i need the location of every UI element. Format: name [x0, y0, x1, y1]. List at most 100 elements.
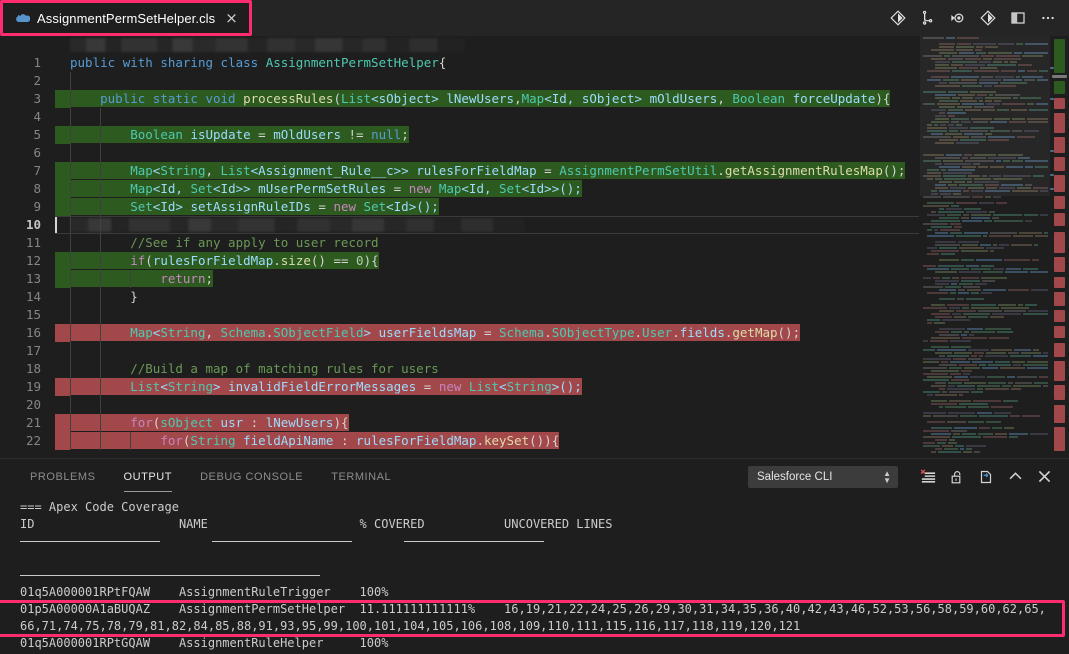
code-line[interactable]: 8 Map<Id, Set<Id>> mUserPermSetRules = n…	[0, 180, 1069, 198]
minimap-token	[973, 400, 1001, 402]
code-tokens: for(String fieldApiName : rulesForFieldM…	[70, 432, 559, 449]
minimap-token	[948, 58, 963, 60]
minimap-token	[950, 340, 971, 342]
minimap-token	[935, 97, 950, 99]
minimap-token	[1019, 232, 1042, 234]
tab-terminal[interactable]: TERMINAL	[321, 459, 401, 494]
code-tokens: //Build a map of matching rules for user…	[70, 360, 439, 377]
minimap-token	[1001, 70, 1016, 72]
console-row[interactable]: 01p5A00000A1aBUQAZ AssignmentPermSetHelp…	[20, 601, 1069, 618]
indent-guide	[70, 378, 71, 396]
open-in-editor-icon[interactable]	[973, 465, 999, 489]
code-line[interactable]	[0, 36, 1069, 54]
console-row[interactable]: 01q5A000001RPtGQAW AssignmentRuleHelper …	[20, 635, 1069, 652]
minimap-token	[985, 388, 1009, 390]
minimap-token	[979, 364, 986, 366]
minimap-token	[984, 220, 992, 222]
coverage-gutter	[55, 324, 70, 342]
minimap-token	[927, 79, 941, 81]
code-line[interactable]: 19 List<String> invalidFieldErrorMessage…	[0, 378, 1069, 396]
minimap-token	[1024, 79, 1035, 81]
console-spacer	[20, 550, 1069, 567]
console-row[interactable]: 01q5A000001RPtFQAW AssignmentRuleTrigger…	[20, 584, 1069, 601]
maximize-panel-icon[interactable]	[1002, 465, 1028, 489]
lock-icon[interactable]	[944, 465, 970, 489]
indent-guide	[100, 270, 101, 288]
minimap-token	[944, 178, 972, 180]
code-line[interactable]: 3 public static void processRules(List<s…	[0, 90, 1069, 108]
minimap-token	[1025, 220, 1032, 222]
minimap-token	[969, 334, 974, 336]
code-line[interactable]: 4	[0, 108, 1069, 126]
output-channel-select[interactable]: Salesforce CLITasksGitExtensionsApex Lan…	[748, 466, 898, 488]
code-line[interactable]: 2	[0, 72, 1069, 90]
minimap-token	[961, 121, 972, 123]
minimap-token	[989, 175, 1001, 177]
panel-scrollbar[interactable]	[1059, 494, 1069, 654]
minimap-token	[993, 61, 1002, 63]
minimap-token	[935, 232, 948, 234]
source-control-icon[interactable]	[884, 3, 912, 33]
minimap-token	[937, 349, 966, 351]
code-line[interactable]: 14 }	[0, 288, 1069, 306]
code-line[interactable]: 17	[0, 342, 1069, 360]
code-line[interactable]: 21 for(sObject usr : lNewUsers){	[0, 414, 1069, 432]
minimap-token	[938, 265, 964, 267]
code-line[interactable]: 10	[0, 216, 1069, 234]
minimap-token	[927, 178, 933, 180]
coverage-gutter	[55, 342, 70, 360]
tab-debug-console[interactable]: DEBUG CONSOLE	[190, 459, 313, 494]
minimap-token	[959, 283, 973, 285]
code-line[interactable]: 15	[0, 306, 1069, 324]
minimap-token	[999, 187, 1015, 189]
code-line[interactable]: 13 return;	[0, 270, 1069, 288]
editor-tab-assignmentpermsethelper[interactable]: AssignmentPermSetHelper.cls ×	[0, 0, 252, 36]
minimap-token	[939, 388, 945, 390]
tab-output[interactable]: OUTPUT	[114, 459, 183, 494]
split-git-icon[interactable]	[914, 3, 942, 33]
code-tokens: return;	[70, 270, 213, 287]
coverage-gutter	[55, 432, 70, 450]
code-lines-container[interactable]: 1public with sharing class AssignmentPer…	[0, 36, 1069, 458]
code-line[interactable]: 9 Set<Id> setAssignRuleIDs = new Set<Id>…	[0, 198, 1069, 216]
minimap-token	[931, 109, 946, 111]
code-line[interactable]: 20	[0, 396, 1069, 414]
code-line[interactable]: 12 if(rulesForFieldMap.size() == 0){	[0, 252, 1069, 270]
sfdx-icon[interactable]	[974, 3, 1002, 33]
code-line[interactable]: 11 //See if any apply to user record	[0, 234, 1069, 252]
minimap-token	[968, 349, 989, 351]
line-number: 18	[0, 360, 55, 378]
indent-guide	[70, 306, 71, 324]
code-line[interactable]: 5 Boolean isUpdate = mOldUsers != null;	[0, 126, 1069, 144]
code-line[interactable]: 22 for(String fieldApiName : rulesForFie…	[0, 432, 1069, 450]
minimap[interactable]	[920, 36, 1050, 458]
line-number: 6	[0, 144, 55, 162]
code-editor[interactable]: 1public with sharing class AssignmentPer…	[0, 36, 1069, 458]
code-line[interactable]: 1public with sharing class AssignmentPer…	[0, 54, 1069, 72]
indent-guide	[70, 126, 71, 144]
minimap-token	[952, 61, 977, 63]
minimap-token	[943, 79, 958, 81]
minimap-token	[945, 406, 966, 408]
split-editor-icon[interactable]	[1004, 3, 1032, 33]
ruler-selection-mark	[1050, 188, 1054, 190]
more-actions-icon[interactable]	[1034, 3, 1062, 33]
live-share-icon[interactable]	[944, 3, 972, 33]
minimap-token	[939, 43, 955, 45]
minimap-token	[959, 184, 983, 186]
clear-output-icon[interactable]	[915, 465, 941, 489]
tab-problems[interactable]: PROBLEMS	[20, 459, 106, 494]
code-tokens: public static void processRules(List<sOb…	[70, 90, 890, 107]
coverage-gutter	[55, 144, 70, 162]
code-line[interactable]: 16 Map<String, Schema.SObjectField> user…	[0, 324, 1069, 342]
code-line[interactable]: 18 //Build a map of matching rules for u…	[0, 360, 1069, 378]
code-line[interactable]: 6	[0, 144, 1069, 162]
output-console[interactable]: === Apex Code CoverageID NAME % COVERED …	[0, 494, 1069, 654]
close-icon[interactable]: ×	[225, 11, 238, 26]
minimap-token	[927, 214, 945, 216]
minimap-token	[956, 124, 962, 126]
code-line[interactable]: 7 Map<String, List<Assignment_Rule__c>> …	[0, 162, 1069, 180]
overview-ruler[interactable]	[1050, 36, 1069, 458]
close-panel-icon[interactable]	[1031, 465, 1057, 489]
minimap-token	[994, 85, 1016, 87]
